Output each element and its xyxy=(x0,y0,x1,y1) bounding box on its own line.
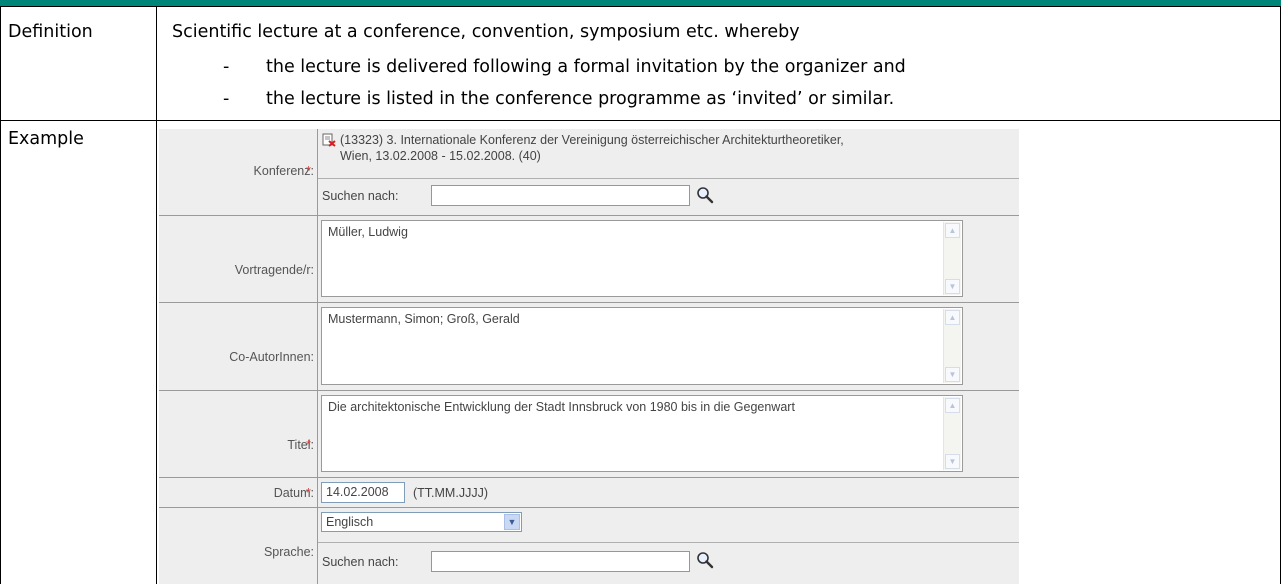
scrollbar[interactable]: ▲ ▼ xyxy=(943,222,961,295)
definition-intro: Scientific lecture at a conference, conv… xyxy=(172,22,800,42)
scroll-up-icon[interactable]: ▲ xyxy=(945,223,960,238)
table-border-top xyxy=(0,6,1281,7)
scroll-down-icon[interactable]: ▼ xyxy=(945,367,960,382)
form-row-titel: * Titel: Die architektonische Entwicklun… xyxy=(159,391,1019,478)
definition-label: Definition xyxy=(8,22,93,42)
scroll-down-icon[interactable]: ▼ xyxy=(945,279,960,294)
konferenz-value-line1: (13323) 3. Internationale Konferenz der … xyxy=(340,133,844,147)
form-row-datum: * Datum: 14.02.2008 (TT.MM.JJJJ) xyxy=(159,478,1019,508)
table-row-divider xyxy=(0,120,1281,121)
form-row-sprache: Sprache: Englisch ▼ Suchen nach: xyxy=(159,508,1019,584)
sprache-select[interactable]: Englisch ▼ xyxy=(321,512,522,532)
scroll-up-icon[interactable]: ▲ xyxy=(945,398,960,413)
example-form-screenshot: * Konferenz: (13323) 3. Internationale K… xyxy=(159,129,1019,584)
datum-input[interactable]: 14.02.2008 xyxy=(321,482,405,503)
search-icon[interactable] xyxy=(696,186,714,204)
sprache-search-label: Suchen nach: xyxy=(322,555,399,569)
sprache-label: Sprache: xyxy=(263,545,314,559)
table-border-left xyxy=(0,6,1,584)
coautoren-textarea[interactable]: Mustermann, Simon; Groß, Gerald ▲ ▼ xyxy=(321,307,963,385)
vortragende-label: Vortragende/r: xyxy=(234,263,314,277)
konferenz-search-input[interactable] xyxy=(431,185,690,206)
scrollbar[interactable]: ▲ ▼ xyxy=(943,397,961,470)
konferenz-label: Konferenz: xyxy=(253,164,314,178)
form-row-konferenz: * Konferenz: (13323) 3. Internationale K… xyxy=(159,129,1019,216)
titel-textarea[interactable]: Die architektonische Entwicklung der Sta… xyxy=(321,395,963,472)
datum-value: 14.02.2008 xyxy=(326,485,389,499)
vortragende-textarea[interactable]: Müller, Ludwig ▲ ▼ xyxy=(321,220,963,297)
sprache-search-input[interactable] xyxy=(431,551,690,572)
required-marker: * xyxy=(306,164,311,178)
vortragende-value: Müller, Ludwig xyxy=(328,225,408,239)
titel-value: Die architektonische Entwicklung der Sta… xyxy=(328,400,795,414)
bullet-dash: - xyxy=(223,57,230,77)
table-column-divider xyxy=(156,6,157,584)
coautoren-value: Mustermann, Simon; Groß, Gerald xyxy=(328,312,520,326)
konferenz-search-label: Suchen nach: xyxy=(322,189,399,203)
document-page: Definition Scientific lecture at a confe… xyxy=(0,0,1281,584)
required-marker: * xyxy=(306,486,311,500)
scrollbar[interactable]: ▲ ▼ xyxy=(943,309,961,383)
search-icon[interactable] xyxy=(696,551,714,569)
form-row-coautoren: Co-AutorInnen: Mustermann, Simon; Groß, … xyxy=(159,303,1019,391)
bullet-text: the lecture is listed in the conference … xyxy=(266,89,895,109)
bullet-text: the lecture is delivered following a for… xyxy=(266,57,906,77)
remove-document-icon[interactable] xyxy=(322,133,336,147)
chevron-down-icon[interactable]: ▼ xyxy=(504,514,520,530)
example-label: Example xyxy=(8,129,84,149)
required-marker: * xyxy=(306,438,311,452)
bullet-dash: - xyxy=(223,89,230,109)
scroll-down-icon[interactable]: ▼ xyxy=(945,454,960,469)
datum-format-hint: (TT.MM.JJJJ) xyxy=(413,486,488,500)
form-row-vortragende: Vortragende/r: Müller, Ludwig ▲ ▼ xyxy=(159,216,1019,303)
coautoren-label: Co-AutorInnen: xyxy=(229,350,314,364)
konferenz-value-line2: Wien, 13.02.2008 - 15.02.2008. (40) xyxy=(340,149,541,163)
sprache-selected-value: Englisch xyxy=(326,515,374,529)
scroll-up-icon[interactable]: ▲ xyxy=(945,310,960,325)
